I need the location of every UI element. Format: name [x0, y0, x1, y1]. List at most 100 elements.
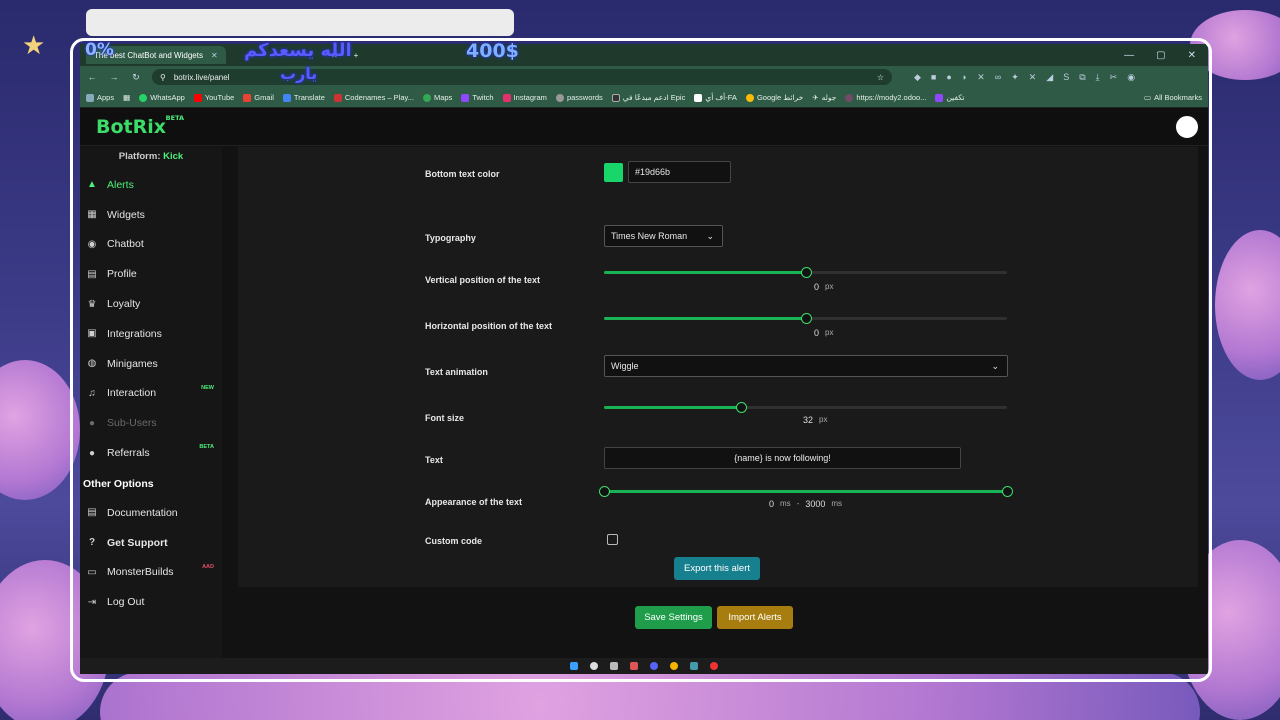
- sidebar-item-alerts[interactable]: ▲ Alerts: [80, 170, 222, 200]
- custom-code-checkbox[interactable]: [607, 534, 618, 545]
- sidebar-item-chatbot[interactable]: ◉ Chatbot: [80, 230, 222, 260]
- save-settings-button[interactable]: Save Settings: [635, 606, 712, 629]
- address-bar[interactable]: ⚲ botrix.live/panel ☆: [152, 69, 892, 85]
- sidebar-item-widgets[interactable]: ▦ Widgets: [80, 200, 222, 230]
- sidebar-item-interaction[interactable]: ♫ Interaction NEW: [80, 379, 222, 409]
- range-end-thumb[interactable]: [1002, 486, 1013, 497]
- extension-icon[interactable]: ■: [931, 72, 936, 83]
- appearance-range-slider[interactable]: [599, 486, 1013, 497]
- bookmark-translate[interactable]: Translate: [282, 93, 325, 102]
- sidebar: Platform: Kick ▲ Alerts ▦ Widgets ◉ Chat…: [80, 147, 222, 674]
- chevron-down-icon: ⌄: [706, 230, 714, 241]
- codenames-icon: [333, 93, 342, 102]
- all-bookmarks[interactable]: ▭ All Bookmarks: [1144, 93, 1202, 102]
- customize-icon[interactable]: ✂: [1110, 72, 1118, 83]
- twitch-icon: [461, 93, 470, 102]
- bookmark-gmail[interactable]: Gmail: [243, 93, 274, 102]
- sidebar-item-minigames[interactable]: ◍ Minigames: [80, 349, 222, 379]
- import-alerts-button[interactable]: Import Alerts: [717, 606, 793, 629]
- bookmark-maps[interactable]: Maps: [422, 93, 452, 102]
- bookmark-tour[interactable]: ✈ جوله: [812, 93, 836, 102]
- color-hex-input[interactable]: #19d66b: [628, 161, 731, 183]
- font-size-slider[interactable]: [604, 402, 1007, 413]
- sidebar-item-referrals[interactable]: ● Referrals BETA: [80, 438, 222, 468]
- extensions-puzzle-icon[interactable]: ⧉: [1079, 72, 1085, 83]
- sidebar-item-label: Loyalty: [107, 298, 141, 311]
- search-icon[interactable]: [590, 662, 598, 670]
- download-icon[interactable]: ⤓: [1096, 72, 1100, 83]
- export-alert-button[interactable]: Export this alert: [674, 557, 760, 580]
- warning-icon: ▲: [87, 179, 97, 191]
- bookmark-passwords[interactable]: passwords: [555, 93, 603, 102]
- bookmark-grid[interactable]: ▦: [123, 93, 130, 102]
- horizontal-position-slider[interactable]: [604, 313, 1007, 324]
- logo[interactable]: BotRix BETA: [96, 114, 184, 138]
- bookmark-instagram[interactable]: Instagram: [502, 93, 547, 102]
- extension-icon[interactable]: ✦: [1011, 72, 1019, 83]
- slider-thumb[interactable]: [736, 402, 748, 413]
- task-view-icon[interactable]: [610, 662, 618, 670]
- extension-icon[interactable]: ◗: [962, 72, 967, 83]
- cloud-decoration: [0, 360, 80, 500]
- bookmark-tkfeen[interactable]: تكفين: [935, 93, 964, 102]
- chevron-down-icon: ⌄: [991, 360, 999, 371]
- maximize-icon[interactable]: ▢: [1156, 50, 1165, 61]
- bookmark-label: All Bookmarks: [1154, 93, 1202, 102]
- extension-icon[interactable]: ✕: [977, 72, 985, 83]
- sidebar-item-get-support[interactable]: ? Get Support: [80, 528, 222, 558]
- folder-icon: ▭: [1143, 93, 1152, 102]
- start-icon[interactable]: [570, 662, 578, 670]
- logo-text: BotRix: [96, 115, 167, 138]
- discord-icon[interactable]: [650, 662, 658, 670]
- bookmark-odoo[interactable]: https://mody2.odoo...: [845, 93, 926, 102]
- slider-thumb[interactable]: [800, 313, 812, 324]
- extension-icon[interactable]: ∞: [995, 72, 1001, 83]
- close-icon[interactable]: ✕: [1188, 50, 1196, 61]
- forward-icon[interactable]: →: [108, 72, 120, 82]
- bookmark-label: تكفين: [946, 93, 965, 102]
- profile-icon[interactable]: ◉: [1127, 72, 1135, 83]
- bookmark-google-maps[interactable]: Google خرائط: [745, 93, 803, 102]
- bookmark-fa[interactable]: أف أي-FA: [694, 93, 737, 102]
- sidebar-item-monsterbuilds[interactable]: ▭ MonsterBuilds AAD: [80, 558, 222, 588]
- chrome-icon[interactable]: [670, 662, 678, 670]
- extension-icon[interactable]: ◆: [914, 72, 921, 83]
- sidebar-item-log-out[interactable]: ⇥ Log Out: [80, 587, 222, 617]
- slider-thumb[interactable]: [800, 267, 812, 278]
- slider-fill: [604, 406, 742, 409]
- bookmark-youtube[interactable]: YouTube: [193, 93, 234, 102]
- sidebar-item-loyalty[interactable]: ♛ Loyalty: [80, 289, 222, 319]
- avatar[interactable]: [1174, 114, 1200, 140]
- minimize-icon[interactable]: —: [1124, 50, 1134, 61]
- sidebar-item-sub-users[interactable]: ● Sub-Users: [80, 408, 222, 438]
- bookmark-twitch[interactable]: Twitch: [461, 93, 494, 102]
- sidebar-item-integrations[interactable]: ▣ Integrations: [80, 319, 222, 349]
- extension-icon[interactable]: ●: [946, 72, 951, 83]
- bookmark-codenames[interactable]: Codenames – Play...: [333, 93, 414, 102]
- reload-icon[interactable]: ↻: [130, 72, 142, 83]
- range-start-thumb[interactable]: [599, 486, 610, 497]
- app-icon[interactable]: [630, 662, 638, 670]
- platform-label: Platform:: [118, 151, 161, 162]
- vertical-position-slider[interactable]: [604, 267, 1007, 278]
- bookmark-whatsapp[interactable]: WhatsApp: [139, 93, 185, 102]
- extension-icon[interactable]: S: [1063, 72, 1069, 83]
- close-icon[interactable]: ✕: [211, 51, 218, 60]
- app-icon[interactable]: [690, 662, 698, 670]
- typography-label: Typography: [425, 233, 476, 243]
- typography-select[interactable]: Times New Roman ⌄: [604, 225, 723, 247]
- bookmark-star-icon[interactable]: ☆: [877, 73, 884, 82]
- color-swatch[interactable]: [604, 163, 623, 182]
- bookmark-epic[interactable]: ادعم مبدعًا في Epic: [611, 93, 685, 102]
- extension-icon[interactable]: ✕: [1029, 72, 1037, 83]
- site-info-icon[interactable]: ⚲: [160, 73, 166, 82]
- back-icon[interactable]: ←: [86, 72, 98, 82]
- text-animation-select[interactable]: Wiggle ⌄: [604, 355, 1008, 377]
- trophy-icon: ♛: [87, 298, 97, 310]
- app-icon[interactable]: [710, 662, 718, 670]
- extension-icon[interactable]: ◢: [1046, 72, 1053, 83]
- bookmark-apps[interactable]: Apps: [86, 93, 114, 102]
- alert-text-input[interactable]: {name} is now following!: [604, 447, 961, 469]
- sidebar-item-documentation[interactable]: ▤ Documentation: [80, 498, 222, 528]
- sidebar-item-profile[interactable]: ▤ Profile: [80, 259, 222, 289]
